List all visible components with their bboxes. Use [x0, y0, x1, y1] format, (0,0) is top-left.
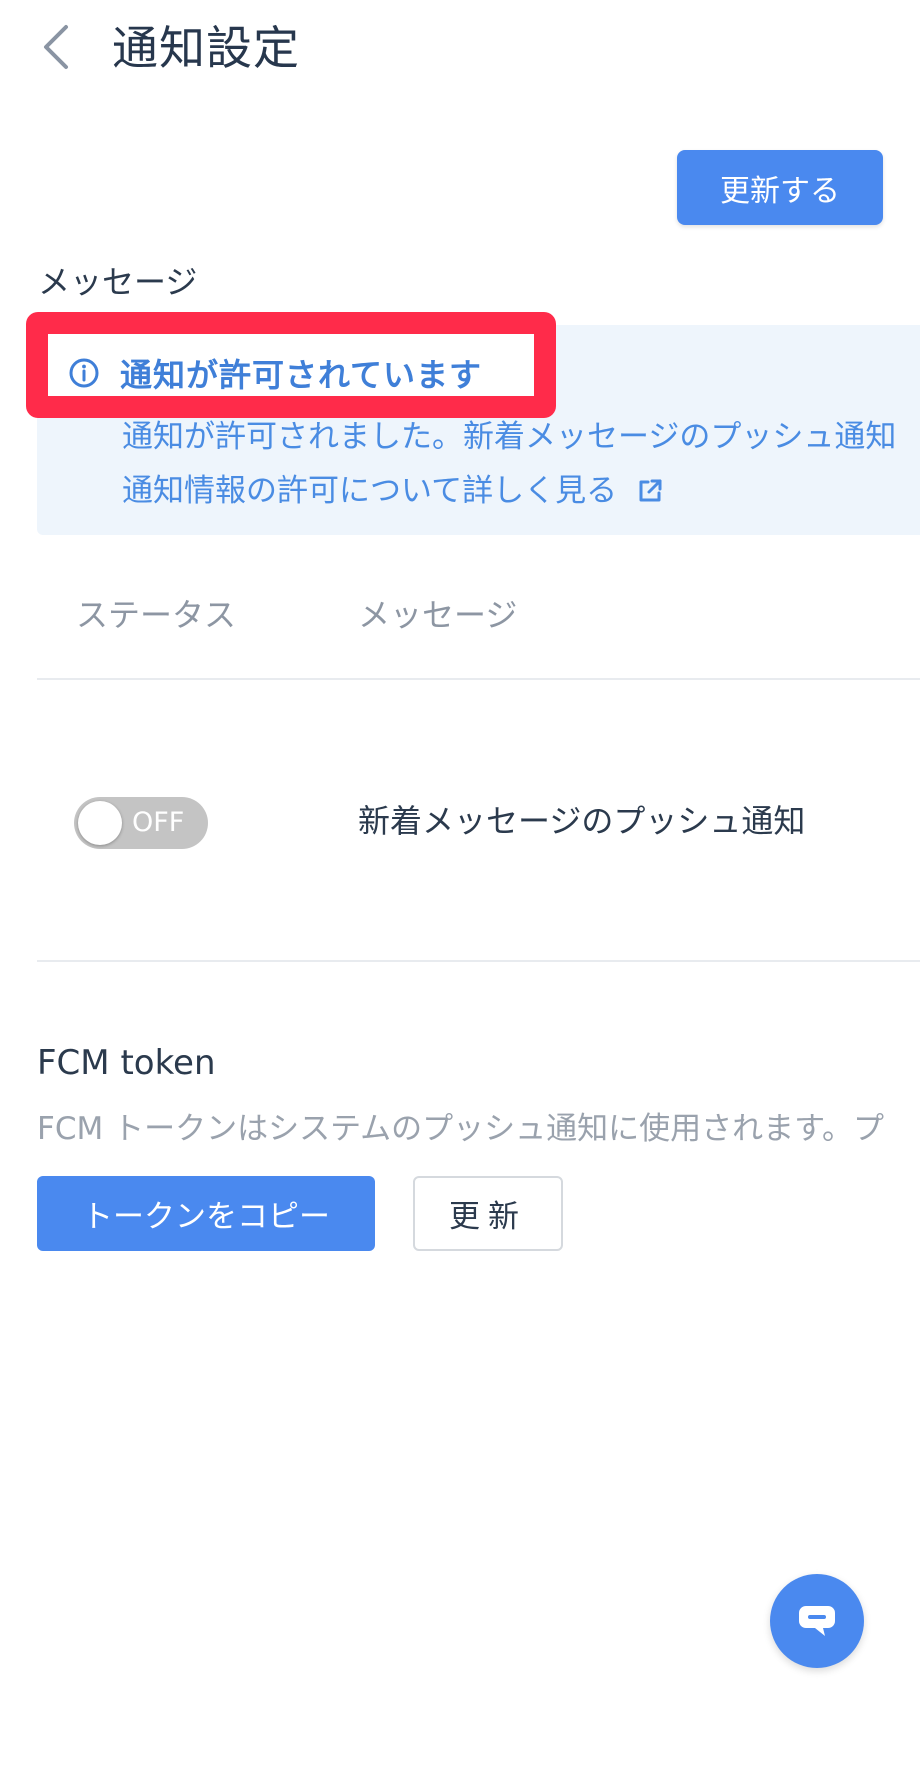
toggle-state-text: OFF: [132, 807, 185, 838]
info-description: 通知が許可されました。新着メッセージのプッシュ通知: [122, 419, 897, 455]
update-button[interactable]: 更新する: [677, 150, 883, 225]
toggle-knob: [78, 801, 122, 845]
external-link-icon: [635, 476, 665, 506]
column-header-status: ステータス: [76, 596, 237, 634]
chevron-left-icon: [44, 25, 68, 69]
push-notification-label: 新着メッセージのプッシュ通知: [358, 802, 806, 840]
notification-settings-page: 通知設定 更新する メッセージ 通知が許可されています 通知が許可されました。新…: [0, 0, 920, 1778]
refresh-token-button[interactable]: 更新: [413, 1176, 563, 1251]
copy-token-button[interactable]: トークンをコピー: [37, 1176, 375, 1251]
fcm-title: FCM token: [37, 1043, 216, 1083]
page-title: 通知設定: [112, 21, 300, 75]
row-divider: [37, 960, 920, 962]
column-header-message: メッセージ: [358, 596, 518, 634]
info-icon: [68, 357, 100, 389]
chat-button[interactable]: [770, 1574, 864, 1668]
info-title: 通知が許可されています: [120, 356, 483, 394]
header-divider: [37, 678, 920, 680]
info-title-row: 通知が許可されています: [68, 348, 482, 398]
learn-more-link-text: 通知情報の許可について詳しく見る: [122, 473, 618, 509]
section-label: メッセージ: [38, 263, 198, 301]
push-notification-toggle[interactable]: OFF: [74, 797, 208, 849]
chat-icon: [799, 1606, 835, 1636]
learn-more-link[interactable]: 通知情報の許可について詳しく見る: [122, 468, 665, 514]
fcm-description: FCM トークンはシステムのプッシュ通知に使用されます。プ: [37, 1111, 885, 1147]
back-button[interactable]: [36, 22, 76, 72]
